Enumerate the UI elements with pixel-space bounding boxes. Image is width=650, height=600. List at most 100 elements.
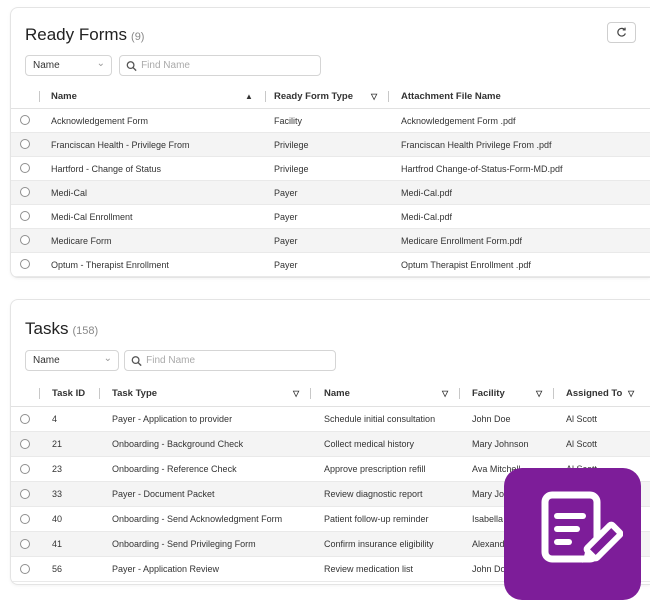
form-file: Medi-Cal.pdf — [401, 211, 453, 222]
tasks-filter-select[interactable]: Name ⌄ — [25, 350, 119, 371]
task-name: Confirm insurance eligibility — [324, 539, 434, 549]
ready-forms-table: Name ▲ Ready Form Type ▽ Attachment File… — [11, 85, 650, 277]
col-header-task-type[interactable]: Task Type — [112, 380, 157, 406]
form-type: Privilege — [274, 163, 309, 174]
row-radio[interactable] — [20, 514, 30, 524]
col-header-name[interactable]: Name — [51, 85, 77, 108]
task-assigned-to: Al Scott — [566, 414, 598, 424]
task-name: Review medication list — [324, 564, 414, 574]
task-type: Payer - Application to provider — [112, 414, 233, 424]
table-row[interactable]: Optum - Therapist Enrollment Payer Optum… — [11, 253, 650, 277]
refresh-button[interactable] — [607, 22, 636, 43]
ready-forms-title-text: Ready Forms — [25, 25, 128, 44]
form-file: Medi-Cal.pdf — [401, 187, 453, 198]
table-row[interactable]: 21 Onboarding - Background Check Collect… — [11, 432, 650, 457]
row-radio[interactable] — [20, 163, 30, 173]
form-file: Optum Therapist Enrollment .pdf — [401, 259, 531, 270]
table-row[interactable]: Acknowledgement Form Facility Acknowledg… — [11, 109, 650, 133]
form-type: Payer — [274, 235, 298, 246]
form-file: Acknowledgement Form .pdf — [401, 115, 516, 126]
form-file: Franciscan Health Privilege From .pdf — [401, 139, 552, 150]
task-type: Payer - Application Review — [112, 564, 220, 574]
table-row[interactable]: 4 Payer - Application to provider Schedu… — [11, 407, 650, 432]
ready-forms-panel: Ready Forms(9) Name ⌄ Name ▲ Ready Form … — [10, 7, 650, 278]
col-header-type[interactable]: Ready Form Type — [274, 85, 353, 108]
col-header-file[interactable]: Attachment File Name — [401, 85, 501, 108]
form-name: Medi-Cal Enrollment — [51, 211, 133, 222]
ready-forms-title: Ready Forms (9) — [25, 25, 144, 45]
ready-forms-header-row: Name ▲ Ready Form Type ▽ Attachment File… — [11, 85, 650, 109]
task-facility: Isabella — [472, 514, 504, 524]
col-header-name[interactable]: Name — [324, 380, 350, 406]
form-name: Medicare Form — [51, 235, 112, 246]
row-radio[interactable] — [20, 489, 30, 499]
tasks-title-text: Tasks — [25, 319, 69, 338]
forms-filter-select[interactable]: Name ⌄ — [25, 55, 112, 76]
task-name: Schedule initial consultation — [324, 414, 436, 424]
task-id: 40 — [52, 514, 63, 524]
table-row[interactable]: Franciscan Health - Privilege From Privi… — [11, 133, 650, 157]
task-type: Onboarding - Send Acknowledgment Form — [112, 514, 283, 524]
forms-search-field[interactable] — [119, 55, 321, 76]
search-icon — [126, 60, 137, 71]
form-file: Hartfrod Change-of-Status-Form-MD.pdf — [401, 163, 563, 174]
row-radio[interactable] — [20, 211, 30, 221]
form-name: Medi-Cal — [51, 187, 88, 198]
column-filter-icon[interactable]: ▽ — [628, 380, 634, 406]
table-row[interactable]: Medi-Cal Enrollment Payer Medi-Cal.pdf — [11, 205, 650, 229]
task-id: 23 — [52, 464, 63, 474]
form-type: Privilege — [274, 139, 309, 150]
column-filter-icon[interactable]: ▽ — [442, 380, 448, 406]
row-radio[interactable] — [20, 115, 30, 125]
row-radio[interactable] — [20, 539, 30, 549]
form-type: Payer — [274, 211, 298, 222]
task-id: 56 — [52, 564, 63, 574]
form-type: Payer — [274, 259, 298, 270]
column-filter-icon[interactable]: ▽ — [536, 380, 542, 406]
column-separator — [265, 91, 266, 102]
tasks-search-input[interactable] — [146, 355, 335, 366]
column-separator — [99, 388, 100, 399]
row-radio[interactable] — [20, 259, 30, 269]
form-name: Franciscan Health - Privilege From — [51, 139, 190, 150]
task-id: 4 — [52, 414, 58, 424]
table-row[interactable]: Medicare Form Payer Medicare Enrollment … — [11, 229, 650, 253]
row-radio[interactable] — [20, 235, 30, 245]
app-badge — [504, 468, 641, 600]
tasks-count: (158) — [72, 325, 99, 337]
sort-ascending-icon[interactable]: ▲ — [245, 85, 253, 108]
task-name: Patient follow-up reminder — [324, 514, 429, 524]
col-header-assigned-to[interactable]: Assigned To — [566, 380, 622, 406]
task-name: Collect medical history — [324, 439, 415, 449]
task-facility: John Doe — [472, 414, 511, 424]
column-filter-icon[interactable]: ▽ — [293, 380, 299, 406]
task-id: 21 — [52, 439, 63, 449]
row-radio[interactable] — [20, 464, 30, 474]
forms-filter-select-value: Name — [33, 60, 60, 71]
col-header-facility[interactable]: Facility — [472, 380, 505, 406]
table-row[interactable]: Hartford - Change of Status Privilege Ha… — [11, 157, 650, 181]
col-header-task-id[interactable]: Task ID — [52, 380, 85, 406]
form-name: Hartford - Change of Status — [51, 163, 162, 174]
forms-search-input[interactable] — [141, 60, 320, 71]
document-edit-icon — [541, 491, 623, 563]
form-type: Facility — [274, 115, 303, 126]
form-name: Optum - Therapist Enrollment — [51, 259, 169, 270]
form-type: Payer — [274, 187, 298, 198]
task-assigned-to: Al Scott — [566, 439, 598, 449]
row-radio[interactable] — [20, 187, 30, 197]
task-type: Onboarding - Background Check — [112, 439, 244, 449]
row-radio[interactable] — [20, 139, 30, 149]
ready-forms-count: (9) — [131, 31, 145, 43]
column-separator — [459, 388, 460, 399]
row-radio[interactable] — [20, 414, 30, 424]
task-id: 41 — [52, 539, 63, 549]
chevron-down-icon: ⌄ — [96, 58, 105, 69]
task-name: Approve prescription refill — [324, 464, 426, 474]
task-name: Review diagnostic report — [324, 489, 423, 499]
table-row[interactable]: Medi-Cal Payer Medi-Cal.pdf — [11, 181, 650, 205]
tasks-search-field[interactable] — [124, 350, 336, 371]
column-filter-icon[interactable]: ▽ — [371, 85, 377, 108]
row-radio[interactable] — [20, 564, 30, 574]
row-radio[interactable] — [20, 439, 30, 449]
